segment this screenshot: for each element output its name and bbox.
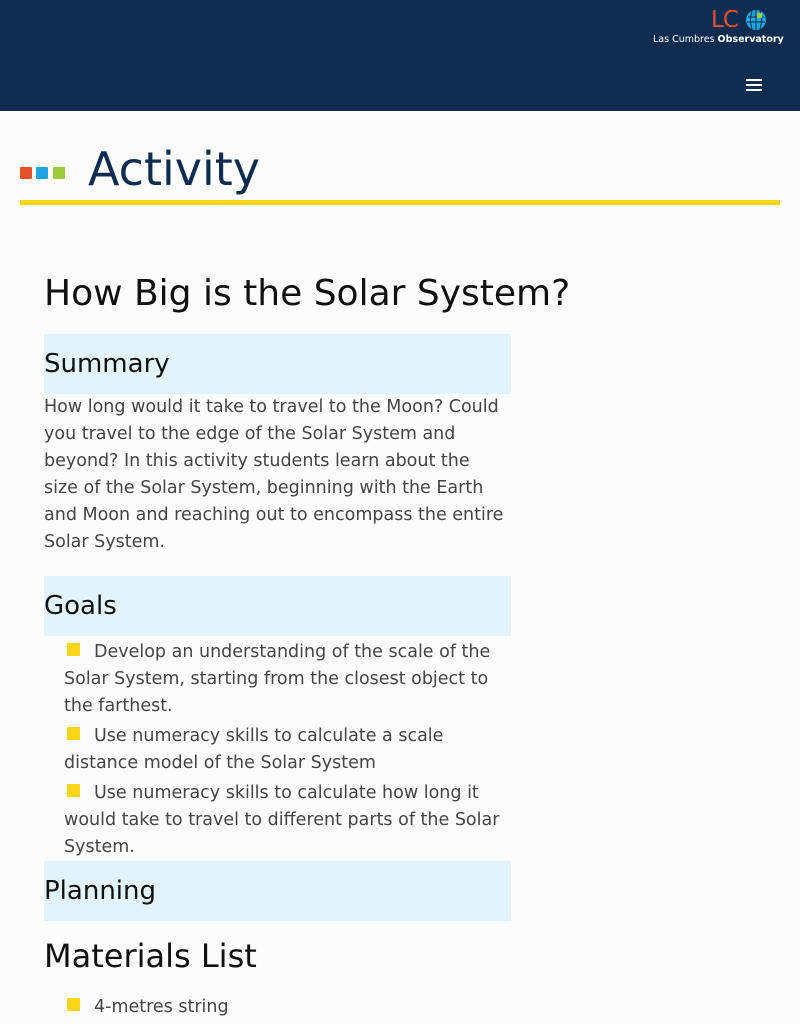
summary-section-header: Summary — [44, 334, 511, 394]
goals-heading: Goals — [44, 591, 117, 621]
square-red — [20, 167, 32, 179]
square-bullet-icon — [67, 727, 80, 740]
hamburger-menu-icon[interactable] — [746, 79, 762, 91]
planning-heading: Planning — [44, 876, 156, 906]
goal-text: Develop an understanding of the scale of… — [64, 642, 491, 716]
list-item: Use numeracy skills to calculate how lon… — [64, 780, 511, 861]
materials-heading: Materials List — [44, 937, 257, 975]
logo-name-light: Las Cumbres — [653, 34, 715, 45]
activity-title: How Big is the Solar System? — [44, 273, 571, 314]
logo-wordmark: Las Cumbres Observatory — [653, 34, 784, 46]
square-green — [53, 167, 65, 179]
lco-logo[interactable]: LC Las Cumbres Observatory — [653, 7, 784, 46]
logo-name-bold: Observatory — [717, 34, 784, 45]
goals-list: Develop an understanding of the scale of… — [64, 639, 511, 864]
goal-text: Use numeracy skills to calculate how lon… — [64, 783, 500, 857]
list-item: Use numeracy skills to calculate a scale… — [64, 723, 511, 777]
square-bullet-icon — [67, 998, 80, 1011]
planning-section-header: Planning — [44, 861, 511, 921]
list-item: Develop an understanding of the scale of… — [64, 639, 511, 720]
square-bullet-icon — [67, 643, 80, 656]
square-blue — [36, 167, 48, 179]
page-banner: Activity — [20, 140, 780, 205]
goals-section-header: Goals — [44, 576, 511, 636]
summary-heading: Summary — [44, 349, 170, 379]
globe-icon — [746, 10, 766, 30]
logo-mark: LC — [711, 7, 739, 33]
square-bullet-icon — [67, 784, 80, 797]
site-header: LC Las Cumbres Observatory — [0, 0, 800, 111]
materials-list: 4-metres string — [64, 994, 511, 1024]
goal-text: Use numeracy skills to calculate a scale… — [64, 726, 444, 773]
summary-text: How long would it take to travel to the … — [44, 397, 504, 552]
material-text: 4-metres string — [94, 997, 229, 1017]
page-title: Activity — [88, 142, 261, 196]
list-item: 4-metres string — [64, 994, 511, 1021]
